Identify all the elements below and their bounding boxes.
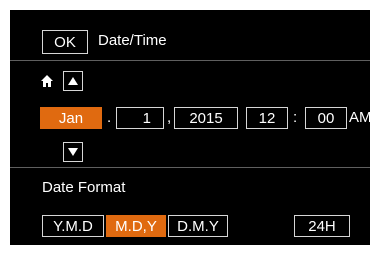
ampm-label: AM — [349, 109, 372, 126]
time-separator-colon: : — [293, 109, 298, 126]
date-separator-comma: , — [167, 109, 172, 126]
day-field[interactable]: 1 — [116, 107, 164, 129]
up-arrow-icon — [68, 77, 78, 85]
ok-button[interactable]: OK — [42, 30, 88, 54]
format-option-ymd[interactable]: Y.M.D — [42, 215, 104, 237]
month-field[interactable]: Jan — [40, 107, 102, 129]
year-field[interactable]: 2015 — [174, 107, 238, 129]
format-option-dmy[interactable]: D.M.Y — [168, 215, 228, 237]
date-time-screen: OK Date/Time Jan . 1 , 2015 12 : 00 AM D… — [10, 10, 372, 245]
down-arrow-icon — [68, 148, 78, 156]
clock-24h-button[interactable]: 24H — [294, 215, 350, 237]
up-arrow-button[interactable] — [63, 71, 83, 91]
hour-field[interactable]: 12 — [246, 107, 288, 129]
page-title: Date/Time — [98, 32, 167, 49]
format-option-mdy[interactable]: M.D,Y — [106, 215, 166, 237]
down-arrow-button[interactable] — [63, 142, 83, 162]
date-format-label: Date Format — [42, 179, 126, 196]
date-separator-dot: . — [107, 109, 112, 126]
section-divider — [10, 167, 370, 168]
header-divider — [10, 60, 370, 61]
home-icon — [40, 74, 54, 88]
minute-field[interactable]: 00 — [305, 107, 347, 129]
